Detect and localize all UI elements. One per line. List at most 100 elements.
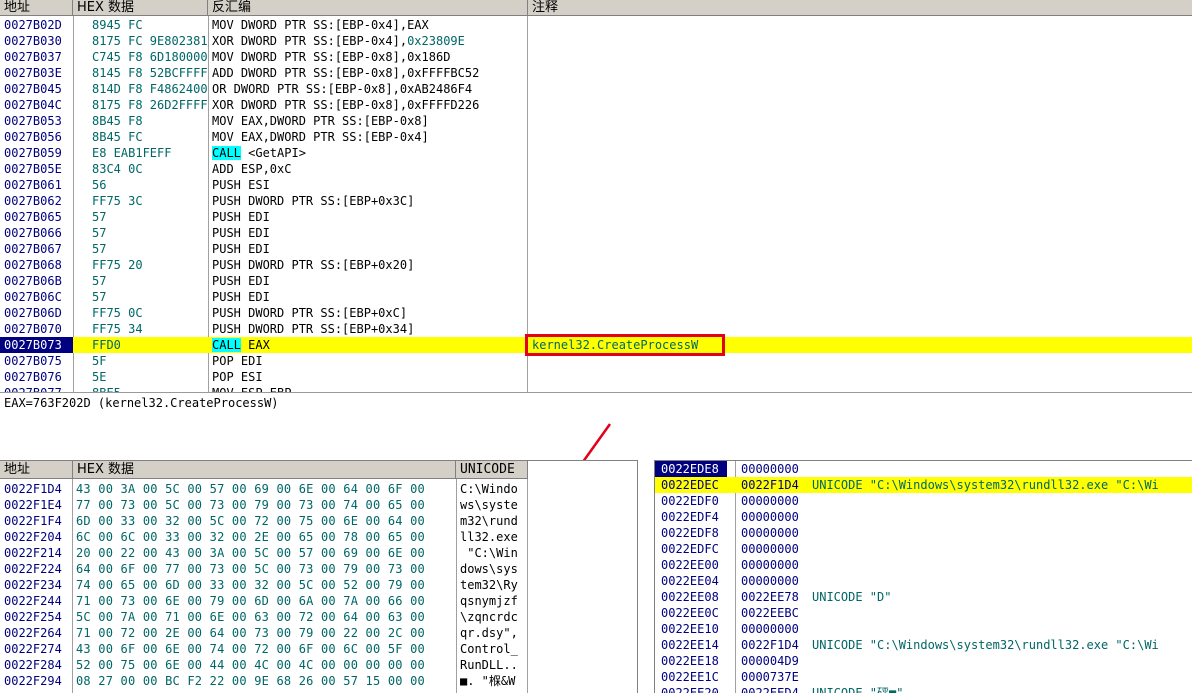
stack-row[interactable]: 0022EE08 0022EE78 UNICODE "D" [655, 589, 1192, 605]
stack-value: 0022EED4 [741, 686, 799, 693]
stack-address: 0022EDE8 [655, 461, 727, 477]
dump-row[interactable]: 0022F1D4 43 00 3A 00 5C 00 57 00 69 00 6E… [0, 481, 637, 497]
instruction-hex-bytes: 8175 FC 9E802381 [92, 34, 208, 48]
disasm-row[interactable]: 0027B061 56 PUSH ESI [0, 177, 1192, 193]
disasm-row[interactable]: 0027B03E 8145 F8 52BCFFFF ADD DWORD PTR SS… [0, 65, 1192, 81]
disasm-row[interactable]: 0027B077 8BE5 MOV ESP,EBP [0, 385, 1192, 392]
stack-pane[interactable]: 0022EDE8 00000000 0022EDEC 0022F1D4 UNICODE … [654, 460, 1192, 693]
instruction-text: XOR DWORD PTR SS:[EBP-0x8],0xFFFFD226 [212, 97, 479, 113]
disasm-header-hex[interactable]: HEX 数据 [73, 0, 208, 16]
stack-row[interactable]: 0022EE18 000004D9 [655, 653, 1192, 669]
stack-row[interactable]: 0022EDF8 00000000 [655, 525, 1192, 541]
dump-row[interactable]: 0022F1E4 77 00 73 00 5C 00 73 00 79 00 73… [0, 497, 637, 513]
instruction-hex-bytes: 56 [92, 178, 107, 192]
dump-unicode-text: ws\syste [460, 498, 518, 512]
disasm-row-selected[interactable]: 0027B073 FFD0 CALL EAX kernel32.CreateProce… [0, 334, 1192, 356]
stack-address: 0022EE04 [661, 574, 719, 588]
dump-row[interactable]: 0022F234 74 00 65 00 6D 00 33 00 32 00 5C… [0, 577, 637, 593]
disasm-row[interactable]: 0027B065 57 PUSH EDI [0, 209, 1192, 225]
dump-row[interactable]: 0022F284 52 00 75 00 6E 00 44 00 4C 00 4C… [0, 657, 637, 673]
dump-row[interactable]: 0022F294 08 27 00 00 BC F2 22 00 9E 68 26… [0, 673, 637, 689]
disasm-row[interactable]: 0027B076 5E POP ESI [0, 369, 1192, 385]
disasm-row[interactable]: 0027B066 57 PUSH EDI [0, 225, 1192, 241]
dump-row[interactable]: 0022F274 43 00 6F 00 6E 00 74 00 72 00 6F… [0, 641, 637, 657]
instruction-address: 0027B073 [0, 337, 73, 353]
dump-row[interactable]: 0022F224 64 00 6F 00 77 00 73 00 5C 00 73… [0, 561, 637, 577]
disasm-row[interactable]: 0027B075 5F POP EDI [0, 353, 1192, 369]
stack-row[interactable]: 0022EDFC 00000000 [655, 541, 1192, 557]
dump-address: 0022F214 [4, 546, 62, 560]
instruction-part: EAX [240, 338, 270, 352]
stack-row[interactable]: 0022EE00 00000000 [655, 557, 1192, 573]
stack-address: 0022EE0C [661, 606, 719, 620]
dump-hex-bytes: 64 00 6F 00 77 00 73 00 5C 00 73 00 79 0… [76, 562, 425, 576]
disasm-row[interactable]: 0027B062 FF75 3C PUSH DWORD PTR SS:[EBP+0x… [0, 193, 1192, 209]
instruction-part: ADD DWORD PTR SS:[EBP-0x8], [212, 66, 408, 80]
stack-value: 0022F1D4 [741, 638, 799, 652]
disasm-row[interactable]: 0027B02D 8945 FC MOV DWORD PTR SS:[EBP-0x4… [0, 17, 1192, 33]
instruction-text: ADD DWORD PTR SS:[EBP-0x8],0xFFFFBC52 [212, 65, 479, 81]
instruction-hex-bytes: 57 [92, 210, 107, 224]
stack-row[interactable]: 0022EE20 0022EED4 UNICODE "砰■" [655, 685, 1192, 693]
dump-address: 0022F274 [4, 642, 62, 656]
instruction-hex-bytes: 57 [92, 242, 107, 256]
instruction-address: 0027B059 [4, 146, 62, 160]
dump-hex-bytes: 20 00 22 00 43 00 3A 00 5C 00 57 00 69 0… [76, 546, 425, 560]
disasm-row[interactable]: 0027B06C 57 PUSH EDI [0, 289, 1192, 305]
instruction-part: PUSH EDI [212, 210, 270, 224]
stack-row[interactable]: 0022EE14 0022F1D4 UNICODE "C:\Windows\syst… [655, 637, 1192, 653]
dump-row[interactable]: 0022F1F4 6D 00 33 00 32 00 5C 00 72 00 75… [0, 513, 637, 529]
instruction-part: XOR DWORD PTR SS:[EBP-0x8], [212, 98, 408, 112]
instruction-part: MOV DWORD PTR SS:[EBP-0x4],EAX [212, 18, 429, 32]
instruction-address: 0027B037 [4, 50, 62, 64]
stack-row[interactable]: 0022EE1C 0000737E [655, 669, 1192, 685]
dump-header-unicode[interactable]: UNICODE [456, 461, 528, 479]
stack-value: 00000000 [741, 558, 799, 572]
stack-row[interactable]: 0022EDF4 00000000 [655, 509, 1192, 525]
dump-row[interactable]: 0022F244 71 00 73 00 6E 00 79 00 6D 00 6A… [0, 593, 637, 609]
stack-row[interactable]: 0022EDE8 00000000 [655, 461, 1192, 477]
disasm-row[interactable]: 0027B06B 57 PUSH EDI [0, 273, 1192, 289]
stack-comment: UNICODE "砰■" [812, 686, 904, 693]
disasm-row[interactable]: 0027B05E 83C4 0C ADD ESP,0xC [0, 161, 1192, 177]
stack-row[interactable]: 0022EE10 00000000 [655, 621, 1192, 637]
stack-address: 0022EE20 [661, 686, 719, 693]
disasm-header-disassembly[interactable]: 反汇编 [208, 0, 528, 16]
disasm-row[interactable]: 0027B059 E8 EAB1FEFF CALL <GetAPI> [0, 145, 1192, 161]
disasm-row[interactable]: 0027B045 814D F8 F4862400 OR DWORD PTR SS:… [0, 81, 1192, 97]
dump-row[interactable]: 0022F254 5C 00 7A 00 71 00 6E 00 63 00 72… [0, 609, 637, 625]
dump-header-hex[interactable]: HEX 数据 [73, 461, 456, 479]
dump-row[interactable]: 0022F204 6C 00 6C 00 33 00 32 00 2E 00 65… [0, 529, 637, 545]
disasm-row[interactable]: 0027B06D FF75 0C PUSH DWORD PTR SS:[EBP+0x… [0, 305, 1192, 321]
stack-value: 00000000 [741, 622, 799, 636]
dump-hex-bytes: 74 00 65 00 6D 00 33 00 32 00 5C 00 52 0… [76, 578, 425, 592]
disasm-row[interactable]: 0027B056 8B45 FC MOV EAX,DWORD PTR SS:[EBP… [0, 129, 1192, 145]
disasm-row[interactable]: 0027B068 FF75 20 PUSH DWORD PTR SS:[EBP+0x… [0, 257, 1192, 273]
dump-header-address[interactable]: 地址 [0, 461, 73, 479]
stack-row[interactable]: 0022EDF0 00000000 [655, 493, 1192, 509]
disasm-header-comment[interactable]: 注释 [528, 0, 1192, 16]
instruction-text: PUSH EDI [212, 209, 270, 225]
dump-hex-bytes: 6C 00 6C 00 33 00 32 00 2E 00 65 00 78 0… [76, 530, 425, 544]
stack-value: 0000737E [741, 670, 799, 684]
stack-row[interactable]: 0022EE04 00000000 [655, 573, 1192, 589]
dump-unicode-text: Control_ [460, 642, 518, 656]
disasm-row[interactable]: 0027B067 57 PUSH EDI [0, 241, 1192, 257]
stack-row[interactable]: 0022EE0C 0022EEBC [655, 605, 1192, 621]
dump-row[interactable]: 0022F264 71 00 72 00 2E 00 64 00 73 00 79… [0, 625, 637, 641]
disasm-header-address[interactable]: 地址 [0, 0, 73, 16]
stack-value: 000004D9 [741, 654, 799, 668]
instruction-text: PUSH ESI [212, 177, 270, 193]
disasm-row[interactable]: 0027B04C 8175 F8 26D2FFFF XOR DWORD PTR SS… [0, 97, 1192, 113]
memory-dump-pane[interactable]: 地址 HEX 数据 UNICODE 0022F1D4 43 00 3A 00 5C… [0, 460, 638, 693]
instruction-hex-bytes: 8B45 F8 [92, 114, 143, 128]
dump-hex-bytes: 77 00 73 00 5C 00 73 00 79 00 73 00 74 0… [76, 498, 425, 512]
stack-comment: UNICODE "D" [812, 590, 892, 604]
disasm-row[interactable]: 0027B053 8B45 F8 MOV EAX,DWORD PTR SS:[EBP… [0, 113, 1192, 129]
disassembly-pane[interactable]: 地址 HEX 数据 反汇编 注释 0027B02D 8945 FC MOV DWOR… [0, 0, 1192, 393]
disasm-row[interactable]: 0027B030 8175 FC 9E802381 XOR DWORD PTR SS… [0, 33, 1192, 49]
stack-row-selected[interactable]: 0022EDEC 0022F1D4 UNICODE "C:\Windows\syst… [655, 477, 1192, 493]
dump-row[interactable]: 0022F214 20 00 22 00 43 00 3A 00 5C 00 57… [0, 545, 637, 561]
disasm-row[interactable]: 0027B037 C745 F8 6D180000 MOV DWORD PTR SS… [0, 49, 1192, 65]
instruction-address: 0027B04C [4, 98, 62, 112]
